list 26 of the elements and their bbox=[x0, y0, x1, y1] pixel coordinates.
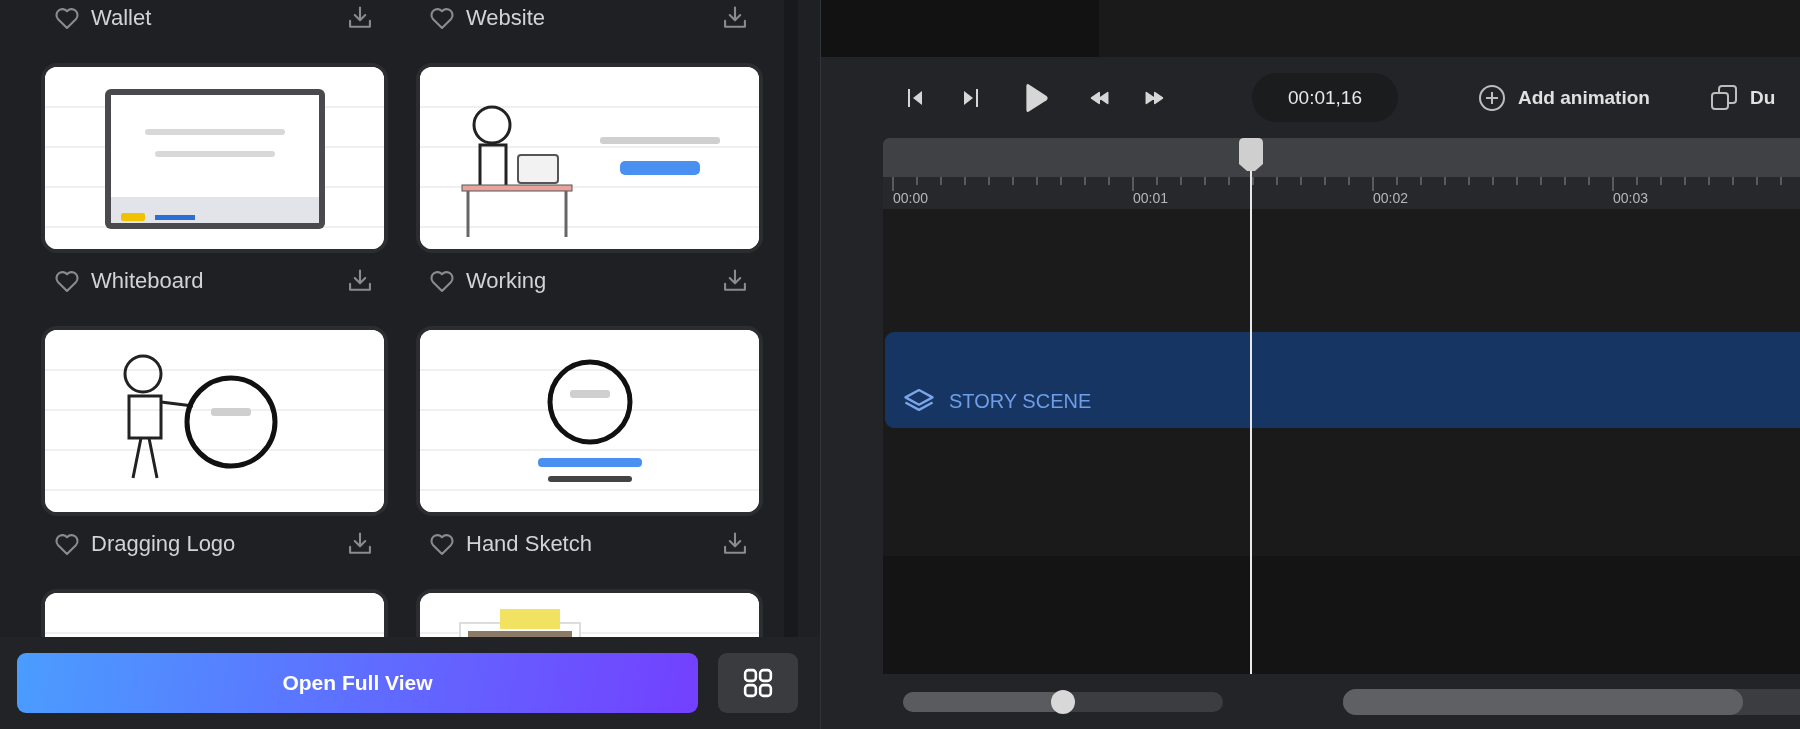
duplicate-icon bbox=[1709, 83, 1738, 112]
playhead-handle[interactable] bbox=[1239, 138, 1263, 172]
timeline-scrubber[interactable] bbox=[883, 138, 1800, 177]
plus-circle-icon bbox=[1478, 83, 1506, 112]
template-name: Website bbox=[466, 5, 547, 31]
time-label: 00:01 bbox=[1133, 190, 1169, 206]
template-name: Hand Sketch bbox=[466, 531, 593, 557]
scene-clip[interactable]: STORY SCENE bbox=[885, 332, 1800, 428]
time-label: 00:00 bbox=[893, 190, 929, 206]
template-name: Working bbox=[466, 268, 548, 294]
open-full-view-button[interactable]: Open Full View bbox=[17, 653, 698, 713]
template-name: Dragging Logo bbox=[91, 531, 237, 557]
time-label: 00:02 bbox=[1373, 190, 1409, 206]
horizontal-scrollbar[interactable] bbox=[1343, 688, 1743, 715]
grid-icon bbox=[743, 668, 773, 698]
grid-view-button[interactable] bbox=[718, 653, 798, 713]
time-display: 00:01,16 bbox=[1252, 73, 1398, 122]
clip-label: STORY SCENE bbox=[949, 390, 1092, 413]
duplicate-button[interactable]: Du bbox=[1709, 83, 1776, 112]
template-name: Whiteboard bbox=[91, 268, 205, 294]
add-animation-button[interactable]: Add animation bbox=[1478, 83, 1650, 112]
time-label: 00:03 bbox=[1613, 190, 1649, 206]
zoom-slider-thumb[interactable] bbox=[1051, 689, 1075, 714]
layers-icon bbox=[903, 388, 935, 413]
zoom-slider-track[interactable] bbox=[903, 691, 1223, 712]
template-name: Wallet bbox=[91, 5, 153, 31]
